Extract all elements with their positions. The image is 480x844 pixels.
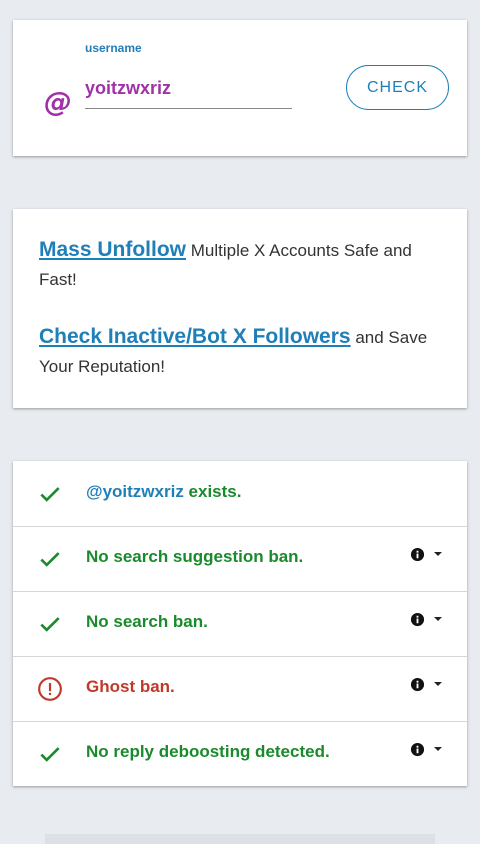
- info-icon[interactable]: [410, 742, 425, 757]
- at-icon: @: [44, 85, 72, 118]
- result-text: No search suggestion ban.: [86, 547, 304, 566]
- check-icon: [40, 617, 60, 632]
- check-icon: [40, 487, 60, 502]
- next-card-edge: [45, 834, 435, 844]
- promo-card: Mass Unfollow Multiple X Accounts Safe a…: [13, 209, 467, 408]
- chevron-down-icon[interactable]: [434, 617, 442, 621]
- check-icon: [40, 552, 60, 567]
- check-inactive-followers-link[interactable]: Check Inactive/Bot X Followers: [39, 325, 351, 348]
- result-row-ghost-ban[interactable]: Ghost ban.: [13, 656, 467, 722]
- mass-unfollow-link[interactable]: Mass Unfollow: [39, 238, 186, 261]
- alert-icon: [38, 677, 62, 701]
- info-icon[interactable]: [410, 677, 425, 692]
- result-row-reply-deboosting[interactable]: No reply deboosting detected.: [13, 721, 467, 786]
- check-icon: [40, 747, 60, 762]
- username-card: @ username CHECK: [13, 20, 467, 156]
- promo-line-inactive-followers: Check Inactive/Bot X Followers and Save …: [39, 322, 445, 381]
- results-card: @yoitzwxriz exists. No search suggestion…: [13, 461, 467, 786]
- promo-line-mass-unfollow: Mass Unfollow Multiple X Accounts Safe a…: [39, 235, 445, 294]
- info-icon[interactable]: [410, 612, 425, 627]
- result-row-search-ban[interactable]: No search ban.: [13, 591, 467, 657]
- username-label: username: [85, 41, 142, 55]
- chevron-down-icon[interactable]: [434, 747, 442, 751]
- result-text: No reply deboosting detected.: [86, 742, 330, 761]
- username-input[interactable]: [85, 68, 292, 109]
- username-handle: @yoitzwxriz: [86, 482, 184, 501]
- check-button[interactable]: CHECK: [346, 65, 449, 110]
- result-text: @yoitzwxriz exists.: [86, 482, 242, 501]
- chevron-down-icon[interactable]: [434, 682, 442, 686]
- result-text: Ghost ban.: [86, 677, 175, 696]
- info-icon[interactable]: [410, 547, 425, 562]
- chevron-down-icon[interactable]: [434, 552, 442, 556]
- result-row-search-suggestion-ban[interactable]: No search suggestion ban.: [13, 526, 467, 592]
- result-row-exists: @yoitzwxriz exists.: [13, 461, 467, 527]
- result-text: No search ban.: [86, 612, 208, 631]
